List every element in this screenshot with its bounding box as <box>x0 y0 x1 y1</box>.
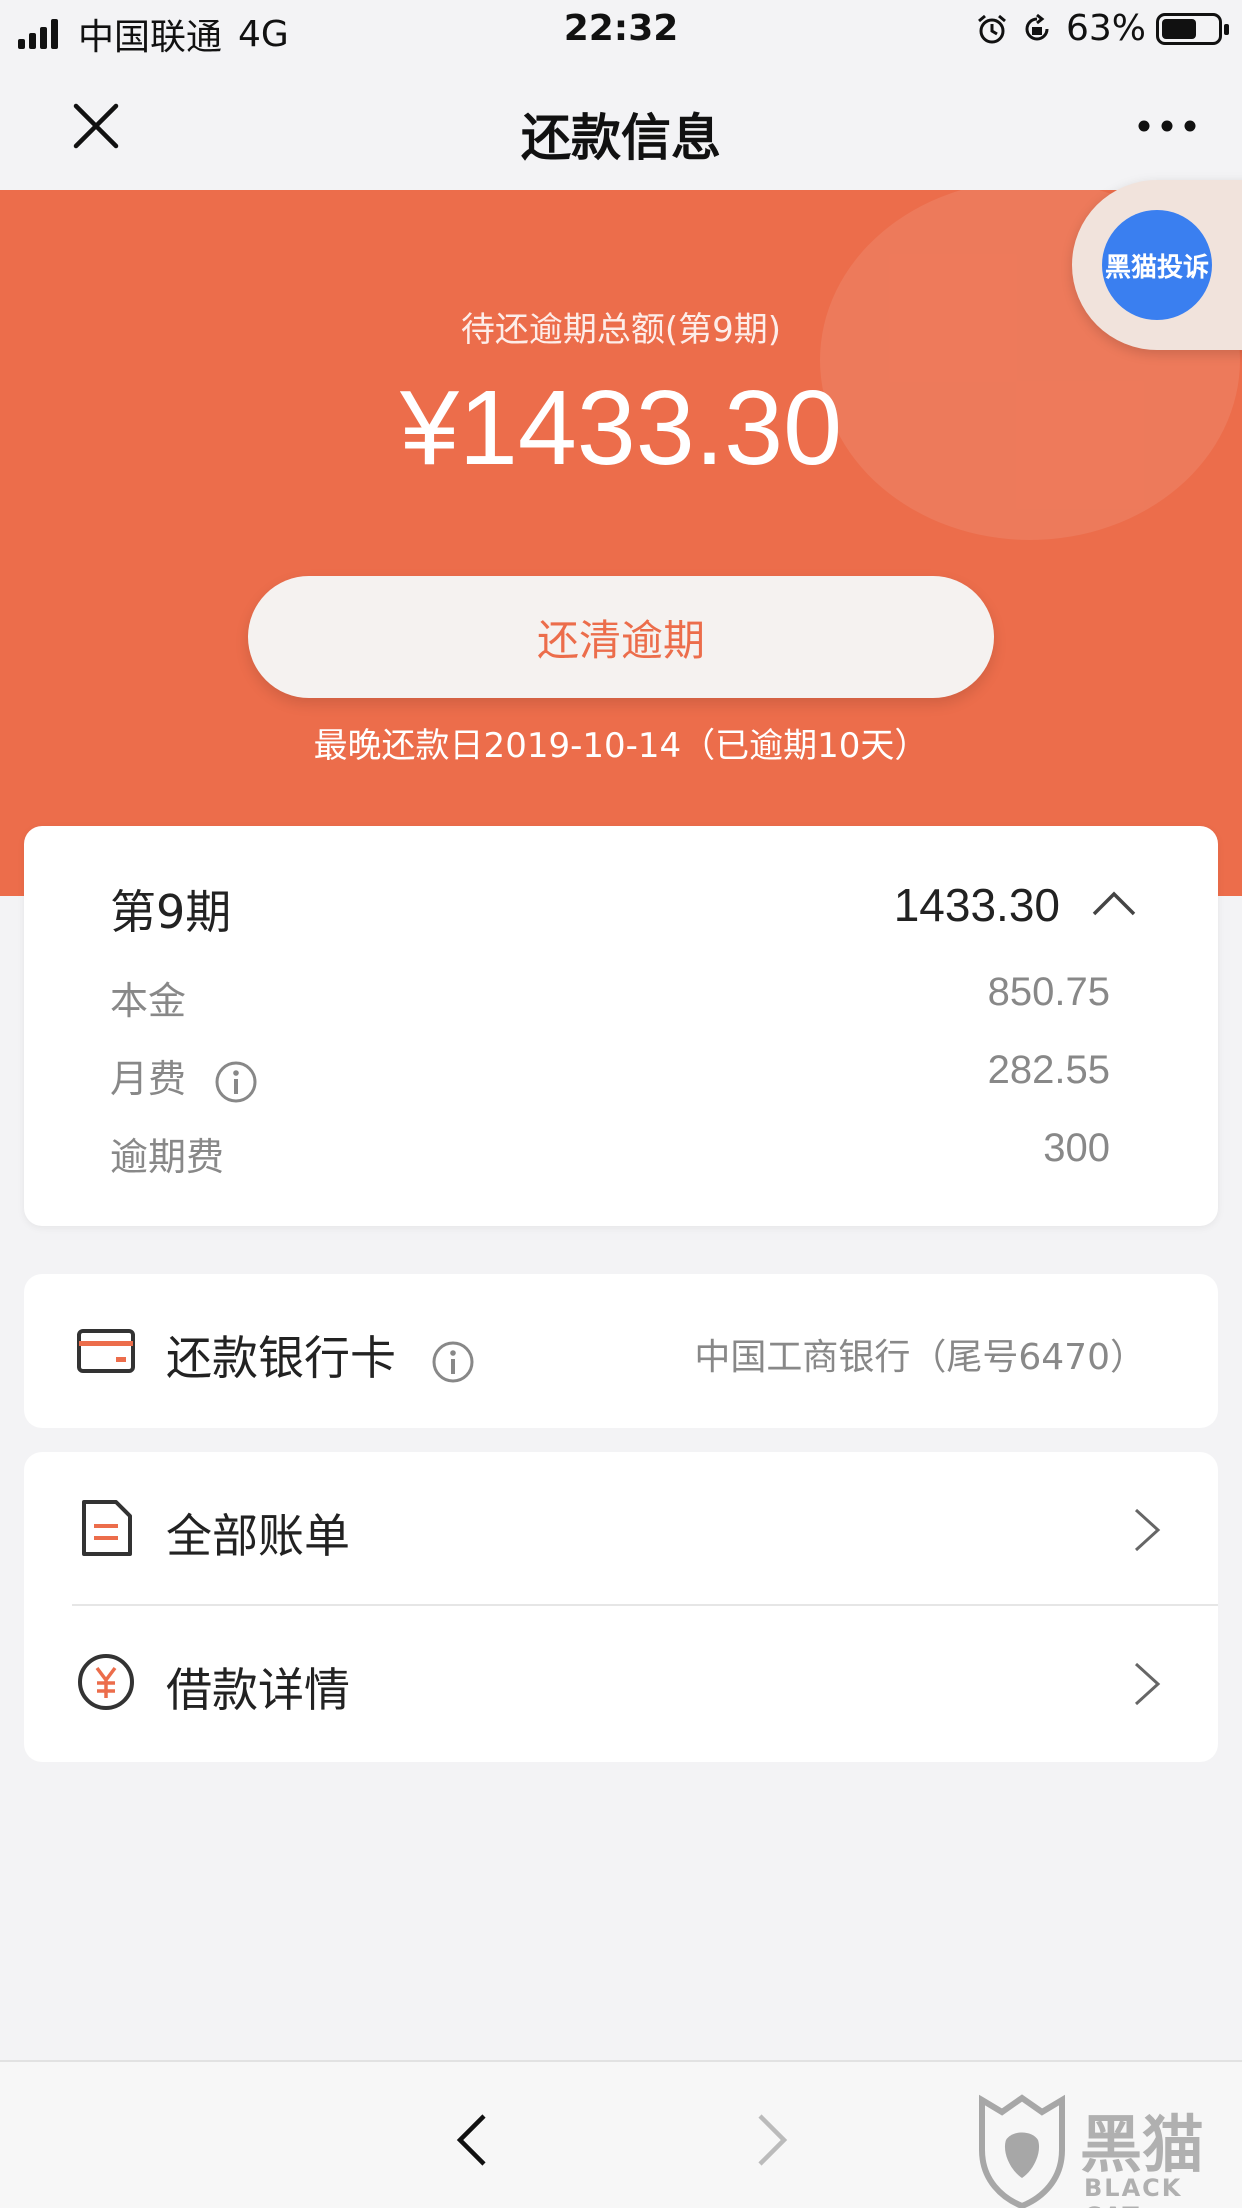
overdue-summary: 待还逾期总额(第9期) ¥1433.30 还清逾期 最晚还款日2019-10-1… <box>0 190 1242 896</box>
complaint-badge[interactable]: 黑猫投诉 <box>1072 180 1242 350</box>
status-bar: 中国联通 4G 22:32 63% <box>0 0 1242 60</box>
chevron-up-icon[interactable] <box>1090 888 1138 918</box>
menu-card: 全部账单 借款详情 <box>24 1452 1218 1762</box>
due-date-note: 最晚还款日2019-10-14（已逾期10天） <box>313 726 929 766</box>
pay-overdue-button[interactable]: 还清逾期 <box>248 576 994 698</box>
menu-item-all-bills[interactable]: 全部账单 <box>24 1452 1218 1604</box>
chevron-right-icon <box>1134 1508 1161 1552</box>
menu-item-label: 全部账单 <box>166 1509 350 1563</box>
overdue-total-label: 待还逾期总额(第9期) <box>460 310 782 350</box>
fee-label: 月费 <box>110 1057 187 1101</box>
fee-value: 300 <box>1043 1126 1110 1170</box>
page-title: 还款信息 <box>521 109 721 167</box>
period-title: 第9期 <box>110 885 232 939</box>
yuan-icon <box>78 1654 134 1710</box>
menu-item-loan-details[interactable]: 借款详情 <box>24 1606 1218 1762</box>
repayment-bank-card-row[interactable]: 还款银行卡 中国工商银行（尾号6470） <box>24 1274 1218 1428</box>
battery-percent: 63% <box>1065 8 1146 49</box>
info-icon[interactable] <box>214 1060 258 1104</box>
period-total: 1433.30 <box>893 879 1060 931</box>
fee-label: 逾期费 <box>110 1135 225 1179</box>
watermark-en: BLACK CAT <box>1084 2174 1183 2208</box>
black-cat-watermark: 黑猫 BLACK CAT <box>968 2090 1242 2208</box>
orientation-lock-icon <box>1025 13 1049 40</box>
complaint-badge-label: 黑猫投诉 <box>1102 210 1212 320</box>
cat-shield-icon <box>979 2094 1065 2208</box>
menu-item-label: 借款详情 <box>166 1663 350 1717</box>
overdue-amount: ¥1433.30 <box>399 369 843 487</box>
alarm-icon <box>978 14 1006 43</box>
more-icon[interactable] <box>1132 96 1202 156</box>
watermark-cn: 黑猫 <box>1080 2108 1205 2181</box>
bank-card-label: 还款银行卡 <box>166 1331 396 1385</box>
bank-card-value: 中国工商银行（尾号6470） <box>694 1337 1146 1378</box>
battery-icon <box>1156 12 1229 45</box>
fee-label: 本金 <box>110 979 187 1023</box>
navigation-bar: 还款信息 <box>0 60 1242 190</box>
fee-value: 282.55 <box>987 1048 1110 1092</box>
bill-icon <box>82 1500 132 1556</box>
back-arrow-icon[interactable] <box>452 2110 492 2170</box>
chevron-right-icon <box>1134 1662 1161 1706</box>
fee-row-principal: 本金 850.75 <box>110 970 1110 1025</box>
bank-card-icon <box>77 1329 135 1373</box>
fee-row-overdue: 逾期费 300 <box>110 1126 1110 1181</box>
fee-row-monthly: 月费 282.55 <box>110 1048 1110 1104</box>
info-icon[interactable] <box>431 1340 475 1384</box>
fee-value: 850.75 <box>987 970 1110 1014</box>
forward-arrow-icon[interactable] <box>752 2110 792 2170</box>
period-card[interactable]: 第9期 1433.30 本金 850.75 月费 282.55 逾期费 300 <box>24 826 1218 1226</box>
